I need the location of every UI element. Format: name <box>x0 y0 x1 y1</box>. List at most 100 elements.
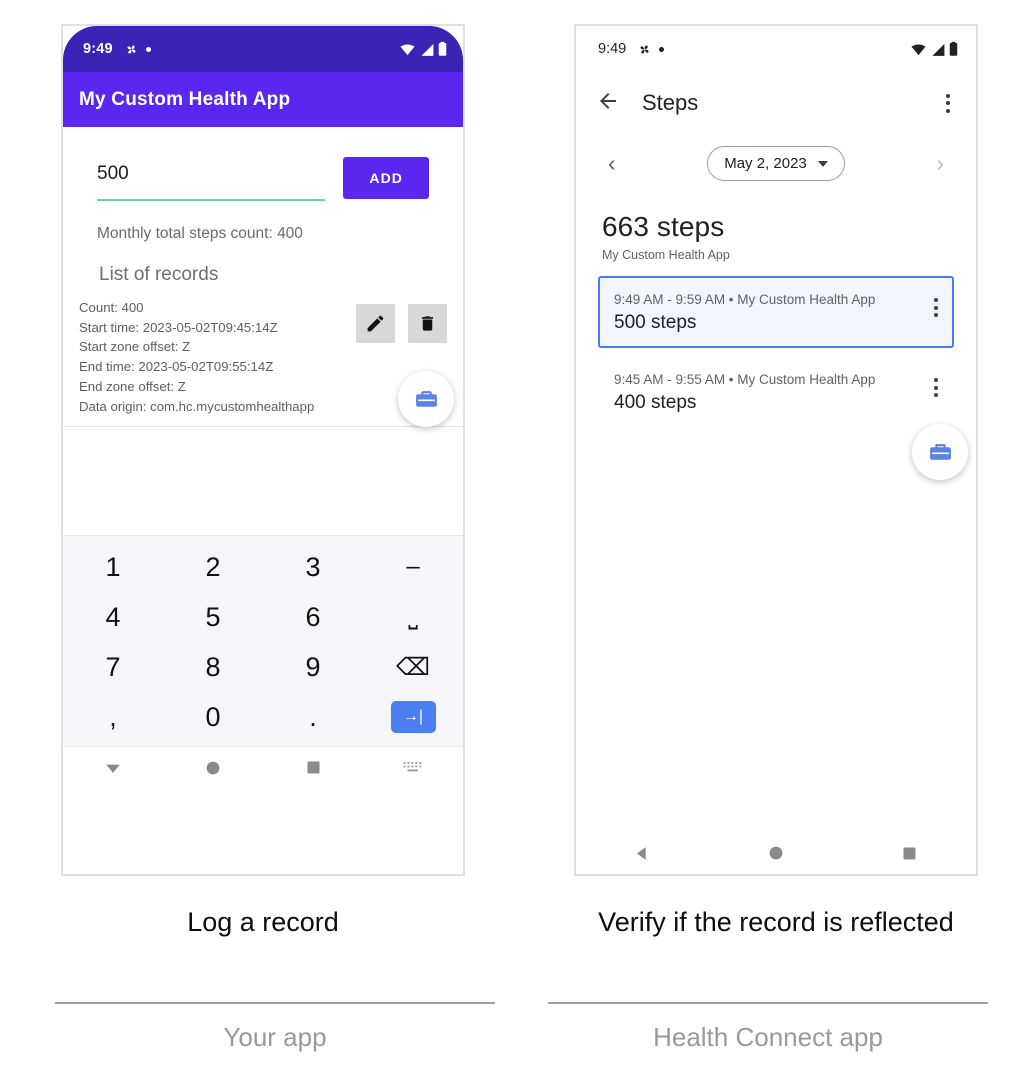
key-8[interactable]: 8 <box>163 642 263 692</box>
steps-input-underline <box>97 199 326 201</box>
left-status-clock: 9:49 <box>83 41 113 57</box>
record-overflow-menu-button[interactable] <box>934 370 938 397</box>
pinwheel-icon <box>640 45 649 53</box>
left-status-notification-icons <box>124 42 151 57</box>
right-status-clock: 9:49 <box>598 41 627 57</box>
keypad-row: 7 8 9 ⌫ <box>63 642 463 692</box>
key-backspace[interactable]: ⌫ <box>363 642 463 692</box>
kebab-dot-icon <box>946 93 950 98</box>
steps-input-value: 500 <box>97 163 129 184</box>
right-divider <box>548 1002 988 1004</box>
right-navigation-bar <box>576 832 976 874</box>
back-button[interactable] <box>596 89 620 118</box>
previous-day-button[interactable]: ‹ <box>598 146 626 181</box>
record-time-range: 9:49 AM - 9:59 AM • My Custom Health App <box>614 292 876 307</box>
edit-record-button[interactable] <box>356 304 395 343</box>
signal-icon <box>932 43 945 56</box>
app-title: My Custom Health App <box>79 88 291 110</box>
key-4[interactable]: 4 <box>63 592 163 642</box>
record-row-selected[interactable]: 9:49 AM - 9:59 AM • My Custom Health App… <box>598 276 954 348</box>
hide-keyboard-button[interactable] <box>63 758 163 778</box>
record-row[interactable]: 9:45 AM - 9:55 AM • My Custom Health App… <box>598 356 954 428</box>
kebab-dot-icon <box>946 101 950 105</box>
record-start-zone-offset: Start zone offset: Z <box>79 339 191 355</box>
record-steps-value: 400 steps <box>614 392 697 413</box>
left-status-system-icons <box>399 41 447 57</box>
home-icon <box>206 761 220 775</box>
daily-total-section: 663 steps My Custom Health App <box>576 181 976 262</box>
phone-mockup-health-connect: 9:49 Steps ‹ May 2, 2023 › 663 steps My … <box>574 24 978 876</box>
key-5[interactable]: 5 <box>163 592 263 642</box>
home-button[interactable] <box>163 760 263 776</box>
key-2[interactable]: 2 <box>163 542 263 592</box>
keypad-row: 1 2 3 – <box>63 542 463 592</box>
kebab-dot-icon <box>934 385 938 390</box>
wifi-icon <box>400 44 415 55</box>
right-app-label: Health Connect app <box>653 1022 883 1052</box>
right-step-label: Verify if the record is reflected <box>598 907 954 937</box>
next-day-button[interactable]: › <box>926 146 954 181</box>
kebab-dot-icon <box>934 393 938 397</box>
key-1[interactable]: 1 <box>63 542 163 592</box>
keyboard-switch-icon <box>403 762 422 772</box>
recents-button[interactable] <box>263 760 363 775</box>
left-status-bar: 9:49 <box>63 26 463 72</box>
page-title: Steps <box>642 90 699 115</box>
left-screen: 9:49 My Custom Health App 500 ADD Monthl… <box>63 26 463 874</box>
overflow-menu-button[interactable] <box>940 88 956 119</box>
kebab-dot-icon <box>946 108 950 113</box>
home-nav-button[interactable] <box>709 845 842 861</box>
right-screen: 9:49 Steps ‹ May 2, 2023 › 663 steps My … <box>576 26 976 874</box>
toolbox-fab-button[interactable] <box>912 424 968 480</box>
right-caption: Verify if the record is reflected <box>574 905 978 939</box>
recents-nav-button[interactable] <box>843 846 976 861</box>
list-of-records-header: List of records <box>99 264 219 285</box>
record-end-time: End time: 2023-05-02T09:55:14Z <box>79 359 274 375</box>
toolbox-icon <box>415 390 437 407</box>
record-overflow-menu-button[interactable] <box>934 290 938 317</box>
key-0[interactable]: 0 <box>163 692 263 742</box>
recents-icon <box>307 761 319 774</box>
key-minus[interactable]: – <box>363 542 463 592</box>
kebab-dot-icon <box>934 305 938 310</box>
kebab-dot-icon <box>934 313 938 317</box>
back-arrow-icon <box>600 92 616 109</box>
key-period[interactable]: . <box>263 692 363 742</box>
key-7[interactable]: 7 <box>63 642 163 692</box>
left-step-label: Log a record <box>187 907 339 937</box>
record-steps-value: 500 steps <box>614 312 697 333</box>
hide-keyboard-icon <box>106 764 120 773</box>
back-nav-button[interactable] <box>576 844 709 863</box>
key-enter[interactable]: →| <box>390 701 436 734</box>
record-time-range: 9:45 AM - 9:55 AM • My Custom Health App <box>614 372 876 387</box>
key-6[interactable]: 6 <box>263 592 363 642</box>
key-space[interactable]: ⎵ <box>363 592 463 642</box>
right-status-notification-icons <box>637 42 665 57</box>
add-button[interactable]: ADD <box>343 157 429 199</box>
dot-icon <box>659 46 665 52</box>
recents-icon <box>903 847 916 859</box>
left-navigation-bar <box>63 746 463 789</box>
keypad-row: 4 5 6 ⎵ <box>63 592 463 642</box>
monthly-total-label: Monthly total steps count: 400 <box>97 225 303 242</box>
steps-input-row: 500 ADD <box>63 127 463 201</box>
selected-date-label: May 2, 2023 <box>724 155 807 172</box>
right-status-bar: 9:49 <box>576 26 976 72</box>
toolbox-icon <box>929 443 951 460</box>
kebab-dot-icon <box>934 298 938 302</box>
steps-input-field[interactable]: 500 <box>97 155 326 201</box>
dot-icon <box>145 46 151 52</box>
date-picker-chip[interactable]: May 2, 2023 <box>707 146 845 181</box>
record-row-text: 9:45 AM - 9:55 AM • My Custom Health App… <box>614 370 934 414</box>
key-3[interactable]: 3 <box>263 542 363 592</box>
battery-icon <box>949 41 958 56</box>
key-9[interactable]: 9 <box>263 642 363 692</box>
left-app-bar: My Custom Health App <box>63 72 463 127</box>
keyboard-switch-button[interactable] <box>363 760 463 775</box>
key-enter-wrap: →| <box>363 692 463 742</box>
wifi-icon <box>911 44 926 55</box>
key-comma[interactable]: , <box>63 692 163 742</box>
right-app-bar: Steps <box>576 72 976 134</box>
toolbox-fab-button[interactable] <box>398 371 454 428</box>
delete-record-button[interactable] <box>408 304 447 343</box>
